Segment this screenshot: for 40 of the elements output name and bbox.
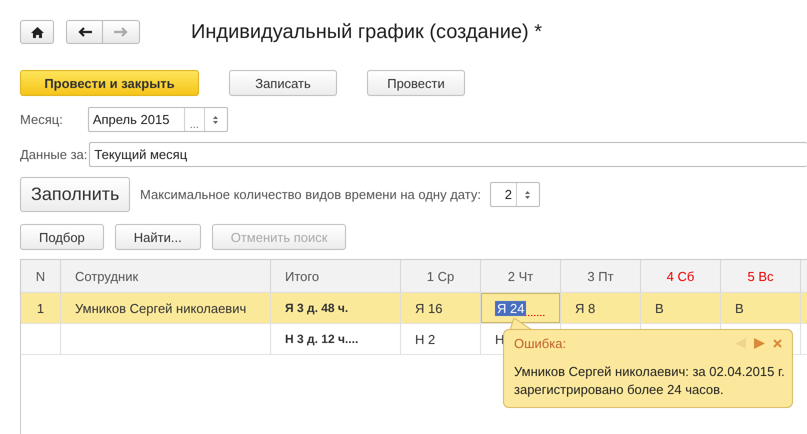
home-icon	[30, 26, 44, 38]
column-header[interactable]: 1 Ср	[426, 268, 454, 284]
table-cell: Умников Сергей николаевич	[75, 300, 246, 316]
fill-button[interactable]: Заполнить	[20, 177, 130, 212]
column-header[interactable]: Итого	[285, 268, 320, 284]
window-title: Индивидуальный график (создание) *	[191, 20, 542, 44]
tooltip-title: Ошибка:	[514, 336, 566, 351]
table-cell: Я 24	[495, 300, 526, 316]
back-button[interactable]	[66, 20, 103, 44]
table-row[interactable]: 1 Умников Сергей николаевич Я 3 д. 48 ч. Я 16 Я 24 Я 8 В В	[21, 293, 807, 324]
action-button[interactable]: Записать	[229, 70, 337, 96]
table-button[interactable]: Найти...	[114, 224, 201, 250]
action-button[interactable]: Провести	[367, 70, 465, 96]
max-types-label: Максимальное количество видов времени на одну дату:	[140, 187, 481, 202]
column-header[interactable]: 3 Пт	[587, 268, 614, 284]
post-and-close-button[interactable]: Провести и закрыть	[20, 70, 199, 96]
column-header[interactable]: N	[36, 268, 46, 284]
table-cell: Я 8	[575, 300, 596, 316]
data-for-field[interactable]: Текущий месяц	[89, 142, 807, 167]
table-cell: В	[735, 300, 744, 316]
home-button[interactable]	[20, 20, 54, 44]
table-cell: Н 2	[415, 332, 436, 346]
table-button[interactable]: Подбор	[20, 224, 104, 250]
max-types-field[interactable]: 2	[490, 182, 540, 207]
table-cell: Я 3 д. 48 ч.	[285, 301, 348, 315]
month-label: Месяц:	[20, 112, 63, 127]
table-cell: В	[655, 300, 664, 316]
select-button[interactable]: ...	[184, 108, 204, 131]
column-header[interactable]: 4 Сб	[666, 268, 694, 284]
column-header[interactable]: 2 Чт	[508, 268, 534, 284]
table-cell: Н 3 д. 12 ч....	[285, 332, 358, 346]
table-cell: Я 16	[415, 300, 442, 316]
column-header[interactable]: 5 Вс	[747, 268, 774, 284]
data-for-label: Данные за:	[20, 147, 88, 162]
month-field[interactable]: Апрель 2015 ...	[88, 107, 228, 132]
table-cell: 1	[36, 300, 44, 316]
left-arrow-icon	[78, 27, 92, 37]
column-header[interactable]: Сотрудник	[75, 268, 138, 284]
right-arrow-icon	[114, 27, 128, 37]
error-message: Умников Сергей николаевич: за 02.04.2015 г. зарегистрировано более 24 часов.	[514, 363, 786, 399]
